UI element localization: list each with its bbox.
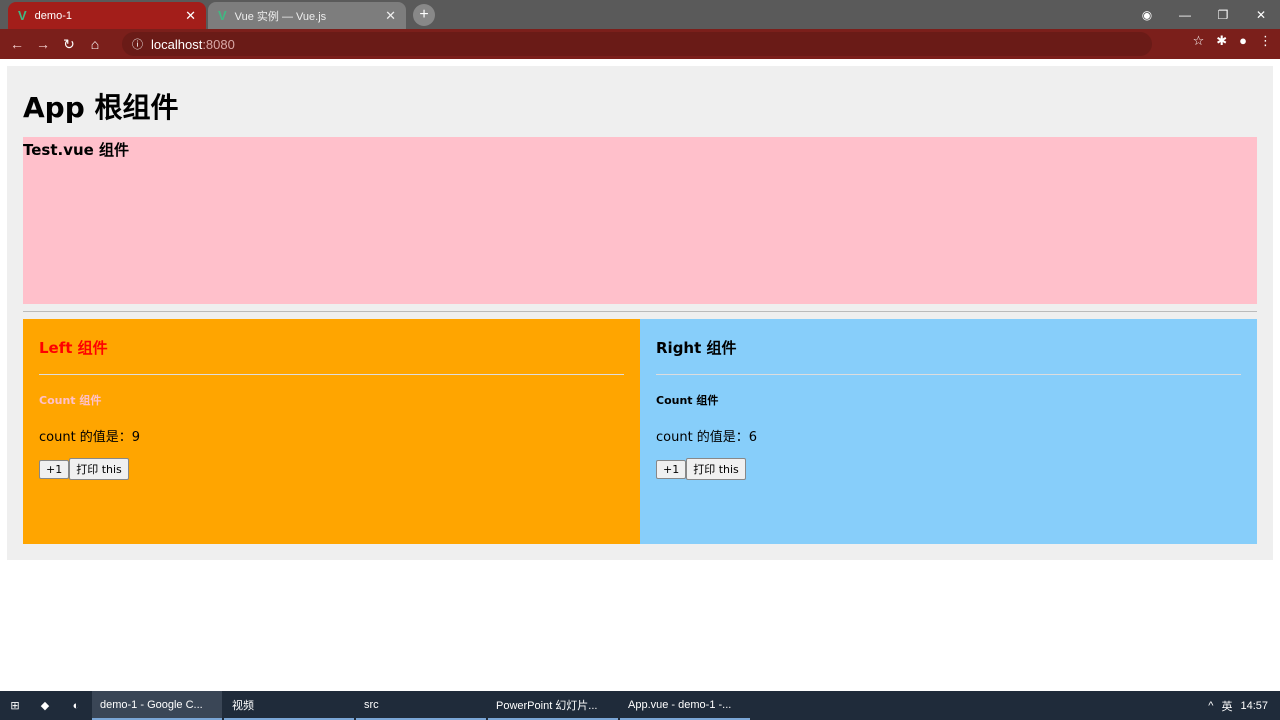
extensions-icon[interactable]: ✱: [1216, 33, 1227, 49]
divider: [23, 311, 1257, 312]
url-port: :8080: [202, 36, 235, 52]
print-this-button[interactable]: 打印 this: [69, 458, 129, 480]
test-component: Test.vue 组件: [23, 137, 1257, 304]
reload-icon[interactable]: ↻: [56, 36, 82, 53]
address-bar: ← → ↻ ⌂ ⓘ localhost:8080 ☆ ✱ ● ⋮: [0, 29, 1280, 59]
tab-title: demo-1: [34, 9, 72, 22]
tray-chevron-icon[interactable]: ^: [1208, 700, 1213, 712]
avatar[interactable]: ●: [1239, 33, 1247, 49]
app-root: App 根组件 Test.vue 组件 Left 组件 Count 组件 cou…: [7, 66, 1273, 560]
home-icon[interactable]: ⌂: [82, 36, 108, 52]
print-this-button[interactable]: 打印 this: [686, 458, 746, 480]
count-title: Count 组件: [656, 394, 719, 407]
left-component: Left 组件 Count 组件 count 的值是：9 +1 打印 this: [23, 319, 640, 544]
taskbar-item[interactable]: src: [356, 691, 486, 720]
tab-title: Vue 实例 — Vue.js: [234, 10, 327, 23]
new-tab-button[interactable]: +: [413, 4, 435, 26]
clock[interactable]: 14:57: [1240, 700, 1268, 712]
taskbar-label: demo-1 - Google C...: [100, 698, 203, 711]
page: App 根组件 Test.vue 组件 Left 组件 Count 组件 cou…: [0, 59, 1280, 691]
taskbar-label: PowerPoint 幻灯片...: [496, 699, 598, 712]
vue-icon: V: [218, 8, 227, 23]
taskbar-item[interactable]: 视频: [224, 691, 354, 720]
left-title: Left 组件: [39, 339, 108, 357]
url-input[interactable]: ⓘ localhost:8080: [122, 32, 1152, 56]
forward-icon[interactable]: →: [30, 36, 56, 52]
close-icon[interactable]: ✕: [385, 8, 396, 24]
tab-bar: Vdemo-1 ✕ V Vue 实例 — Vue.js ✕ + ◉ — ❐ ✕: [0, 0, 1280, 29]
taskbar-item[interactable]: demo-1 - Google C...: [92, 691, 222, 720]
tab-vue[interactable]: V Vue 实例 — Vue.js ✕: [208, 2, 406, 29]
count-value: count 的值是：9: [39, 430, 141, 445]
right-component: Right 组件 Count 组件 count 的值是：6 +1 打印 this: [640, 319, 1257, 544]
menu-icon[interactable]: ⋮: [1259, 33, 1272, 49]
taskbar-label: 视频: [232, 699, 254, 712]
edge-icon[interactable]: ◐: [60, 700, 92, 712]
tab-demo-1[interactable]: Vdemo-1 ✕: [8, 2, 206, 29]
minimize-button[interactable]: —: [1166, 8, 1204, 22]
app-icon[interactable]: ◆: [30, 699, 60, 712]
taskbar-item[interactable]: App.vue - demo-1 -...: [620, 691, 750, 720]
restore-button[interactable]: ❐: [1204, 8, 1242, 22]
info-icon: ⓘ: [132, 39, 143, 51]
start-icon[interactable]: ⊞: [0, 699, 30, 712]
taskbar-item[interactable]: PowerPoint 幻灯片...: [488, 691, 618, 720]
star-icon[interactable]: ☆: [1193, 33, 1205, 49]
profile-icon[interactable]: ◉: [1128, 8, 1166, 22]
divider: [656, 374, 1241, 375]
vue-icon: V: [18, 8, 27, 23]
divider: [39, 374, 624, 375]
close-icon[interactable]: ✕: [185, 8, 196, 24]
ime-lang[interactable]: 英: [1221, 698, 1232, 714]
page-title: App 根组件: [23, 91, 179, 124]
taskbar-label: src: [364, 698, 379, 711]
count-title: Count 组件: [39, 394, 102, 407]
taskbar: ⊞ ◆ ◐ demo-1 - Google C... 视频 src PowerP…: [0, 691, 1280, 720]
count-value: count 的值是：6: [656, 430, 758, 445]
increment-button[interactable]: +1: [39, 460, 70, 479]
test-title: Test.vue 组件: [23, 141, 130, 159]
back-icon[interactable]: ←: [4, 36, 30, 52]
right-title: Right 组件: [656, 339, 737, 357]
taskbar-label: App.vue - demo-1 -...: [628, 698, 732, 711]
url-host: localhost: [151, 36, 203, 52]
close-window-button[interactable]: ✕: [1242, 8, 1280, 22]
increment-button[interactable]: +1: [656, 460, 687, 479]
